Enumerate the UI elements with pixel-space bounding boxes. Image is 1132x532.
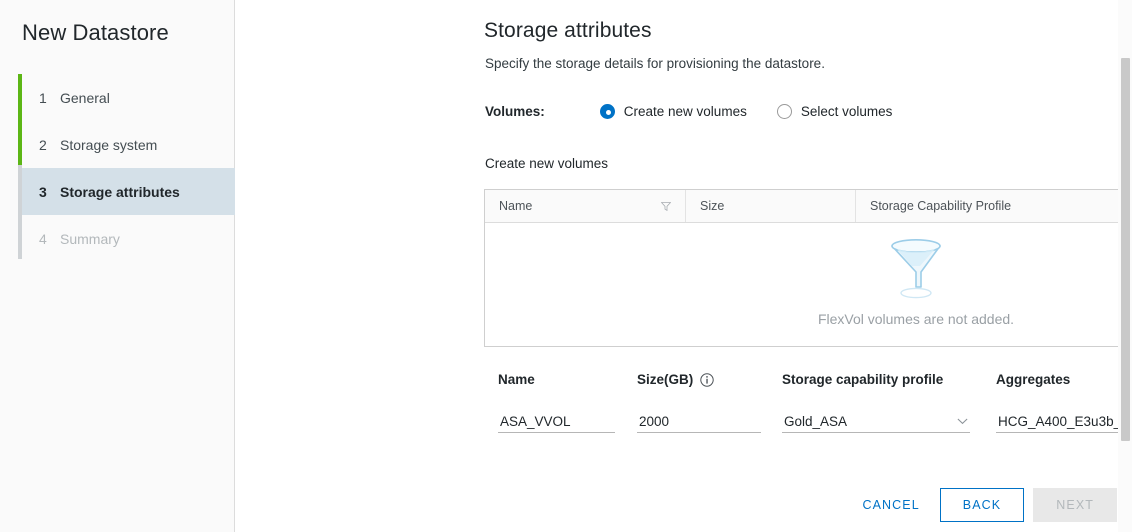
next-button: NEXT [1033, 488, 1117, 522]
volumes-label: Volumes: [485, 104, 545, 119]
wizard-steps: 1 General 2 Storage system 3 Storage att… [18, 74, 235, 262]
field-label-storage-capability-profile: Storage capability profile [782, 372, 944, 387]
size-input[interactable] [639, 414, 759, 429]
selected-value: HCG_A400_E3u3b_NVME [998, 414, 1132, 429]
back-button[interactable]: BACK [939, 488, 1025, 522]
new-datastore-wizard: New Datastore 1 General 2 Storage system… [0, 0, 1132, 532]
name-input[interactable] [500, 414, 613, 429]
funnel-empty-icon [891, 239, 941, 299]
radio-select-volumes[interactable]: Select volumes [776, 104, 893, 119]
volumes-radio-group: Volumes: Create new volumes Select volum… [485, 104, 892, 119]
new-volume-form: Name Size(GB) S [235, 372, 1132, 452]
step-number: 2 [39, 136, 47, 153]
cancel-button[interactable]: CANCEL [848, 489, 933, 521]
radio-create-new-volumes[interactable]: Create new volumes [599, 104, 747, 119]
funnel-icon[interactable] [661, 201, 671, 211]
field-group-size: Size(GB) [637, 372, 761, 433]
field-group-storage-capability-profile: Storage capability profile Gold_ASA [782, 372, 970, 433]
radio-button-icon[interactable] [599, 104, 615, 119]
table-body: FlexVol volumes are not added. [485, 223, 1132, 346]
section-label-create-new-volumes: Create new volumes [485, 156, 609, 171]
step-label: Storage system [60, 136, 158, 153]
field-label-aggregates: Aggregates [996, 372, 1071, 387]
column-header-label: Name [499, 199, 533, 213]
sidebar-step-summary: 4 Summary [22, 215, 235, 262]
table-column-name[interactable]: Name [485, 190, 686, 222]
sidebar-step-storage-attributes[interactable]: 3 Storage attributes [22, 168, 235, 215]
step-number: 4 [39, 230, 47, 247]
step-label: Summary [60, 230, 120, 247]
radio-button-icon[interactable] [776, 104, 792, 119]
step-number: 1 [39, 89, 47, 106]
info-circle-icon[interactable] [700, 372, 714, 387]
radio-label: Select volumes [800, 104, 893, 119]
wizard-sidebar: New Datastore 1 General 2 Storage system… [0, 0, 235, 532]
scrollbar-thumb[interactable] [1121, 58, 1130, 441]
selected-value: Gold_ASA [784, 414, 848, 429]
page-subtitle: Specify the storage details for provisio… [485, 56, 825, 71]
sidebar-step-general[interactable]: 1 General [22, 74, 235, 121]
sidebar-step-storage-system[interactable]: 2 Storage system [22, 121, 235, 168]
field-label-size: Size(GB) [637, 372, 761, 387]
wizard-footer: CANCEL BACK NEXT [848, 488, 1117, 522]
vertical-scrollbar[interactable] [1118, 0, 1132, 532]
column-header-label: Storage Capability Profile [870, 199, 1012, 213]
step-label: General [60, 89, 110, 106]
table-header-row: Name Size Storage Capability Profile Agg… [485, 190, 1132, 223]
column-header-label: Size [700, 199, 725, 213]
wizard-main-panel: Storage attributes Specify the storage d… [235, 0, 1132, 532]
table-column-size[interactable]: Size [686, 190, 856, 222]
field-label-name: Name [498, 372, 535, 387]
step-label: Storage attributes [60, 183, 180, 200]
storage-capability-profile-select[interactable]: Gold_ASA [782, 409, 970, 433]
volumes-table: Name Size Storage Capability Profile Agg… [484, 189, 1132, 347]
radio-label: Create new volumes [623, 104, 747, 119]
size-input-wrapper[interactable] [637, 409, 761, 433]
chevron-down-icon[interactable] [957, 418, 968, 425]
table-empty-state: FlexVol volumes are not added. [485, 223, 1132, 346]
empty-state-message: FlexVol volumes are not added. [817, 311, 1015, 327]
field-label-size-text: Size(GB) [637, 372, 694, 387]
field-group-name: Name [498, 372, 615, 433]
name-input-wrapper[interactable] [498, 409, 615, 433]
aggregates-select[interactable]: HCG_A400_E3u3b_NVME [996, 409, 1132, 433]
step-number: 3 [39, 183, 47, 200]
page-title: Storage attributes [484, 19, 652, 42]
field-group-aggregates: Aggregates HCG_A400_E3u3b_NVME [996, 372, 1132, 433]
table-column-storage-capability-profile[interactable]: Storage Capability Profile [856, 190, 1132, 222]
wizard-title: New Datastore [22, 20, 169, 45]
